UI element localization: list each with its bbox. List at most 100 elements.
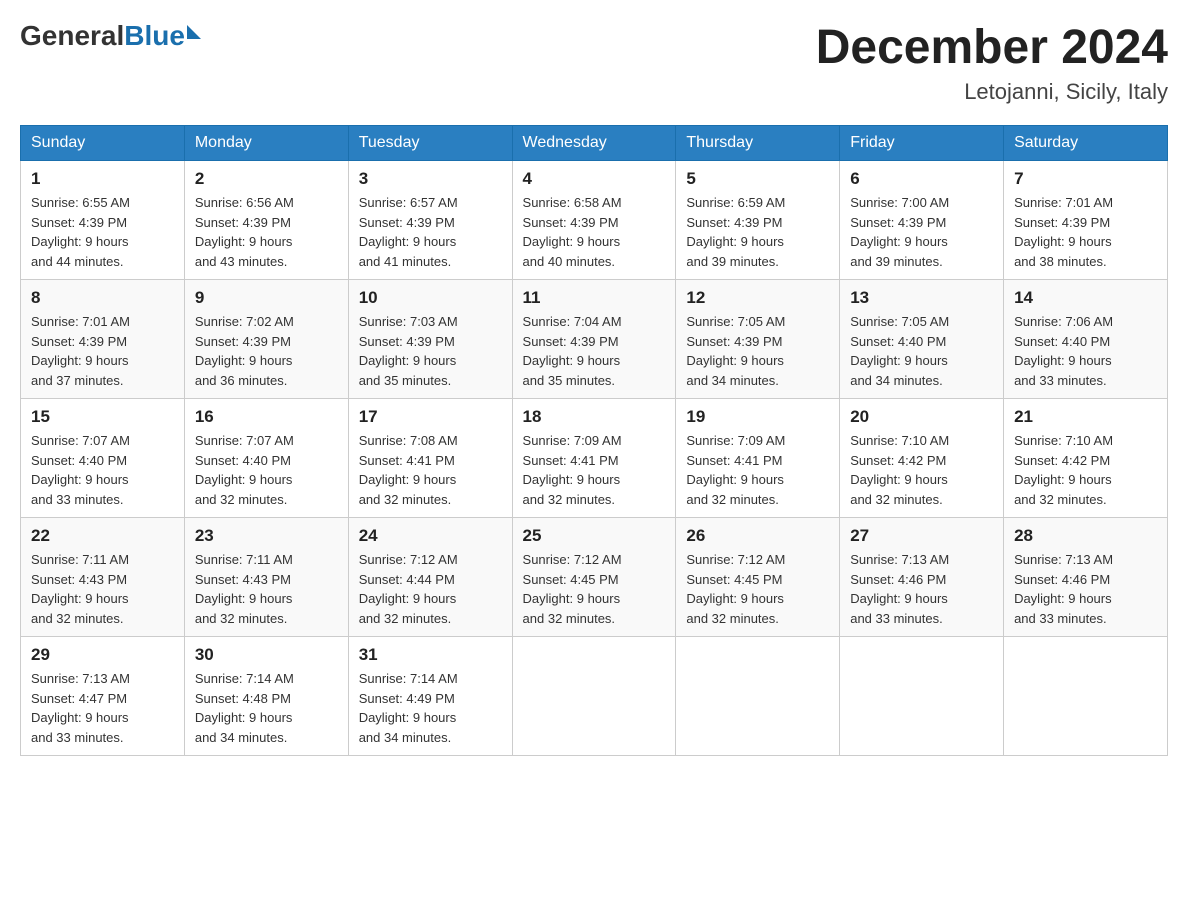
calendar-table: Sunday Monday Tuesday Wednesday Thursday… (20, 125, 1168, 756)
day-info: Sunrise: 6:57 AMSunset: 4:39 PMDaylight:… (359, 193, 502, 271)
day-info: Sunrise: 7:05 AMSunset: 4:39 PMDaylight:… (686, 312, 829, 390)
table-row: 11 Sunrise: 7:04 AMSunset: 4:39 PMDayligh… (512, 280, 676, 399)
day-number: 5 (686, 169, 829, 189)
table-row: 22 Sunrise: 7:11 AMSunset: 4:43 PMDayligh… (21, 518, 185, 637)
table-row: 14 Sunrise: 7:06 AMSunset: 4:40 PMDayligh… (1004, 280, 1168, 399)
table-row: 31 Sunrise: 7:14 AMSunset: 4:49 PMDayligh… (348, 637, 512, 756)
day-number: 20 (850, 407, 993, 427)
day-number: 18 (523, 407, 666, 427)
day-number: 1 (31, 169, 174, 189)
day-info: Sunrise: 7:12 AMSunset: 4:44 PMDaylight:… (359, 550, 502, 628)
day-info: Sunrise: 7:01 AMSunset: 4:39 PMDaylight:… (31, 312, 174, 390)
day-number: 17 (359, 407, 502, 427)
table-row: 29 Sunrise: 7:13 AMSunset: 4:47 PMDayligh… (21, 637, 185, 756)
day-number: 31 (359, 645, 502, 665)
day-info: Sunrise: 7:14 AMSunset: 4:49 PMDaylight:… (359, 669, 502, 747)
day-number: 6 (850, 169, 993, 189)
table-row (676, 637, 840, 756)
logo-blue-text: Blue (124, 20, 185, 52)
day-number: 19 (686, 407, 829, 427)
header-wednesday: Wednesday (512, 126, 676, 161)
day-info: Sunrise: 7:02 AMSunset: 4:39 PMDaylight:… (195, 312, 338, 390)
table-row: 25 Sunrise: 7:12 AMSunset: 4:45 PMDayligh… (512, 518, 676, 637)
day-number: 25 (523, 526, 666, 546)
day-info: Sunrise: 7:00 AMSunset: 4:39 PMDaylight:… (850, 193, 993, 271)
page-header: General Blue December 2024 Letojanni, Si… (20, 20, 1168, 105)
header-sunday: Sunday (21, 126, 185, 161)
day-info: Sunrise: 7:10 AMSunset: 4:42 PMDaylight:… (850, 431, 993, 509)
day-number: 23 (195, 526, 338, 546)
day-number: 28 (1014, 526, 1157, 546)
day-info: Sunrise: 6:56 AMSunset: 4:39 PMDaylight:… (195, 193, 338, 271)
table-row (840, 637, 1004, 756)
table-row: 8 Sunrise: 7:01 AMSunset: 4:39 PMDaylight… (21, 280, 185, 399)
table-row: 12 Sunrise: 7:05 AMSunset: 4:39 PMDayligh… (676, 280, 840, 399)
day-info: Sunrise: 7:13 AMSunset: 4:47 PMDaylight:… (31, 669, 174, 747)
day-number: 2 (195, 169, 338, 189)
day-info: Sunrise: 7:12 AMSunset: 4:45 PMDaylight:… (523, 550, 666, 628)
logo-general-text: General (20, 20, 124, 52)
logo-triangle-icon (187, 25, 201, 39)
table-row: 20 Sunrise: 7:10 AMSunset: 4:42 PMDayligh… (840, 399, 1004, 518)
day-info: Sunrise: 6:59 AMSunset: 4:39 PMDaylight:… (686, 193, 829, 271)
table-row: 3 Sunrise: 6:57 AMSunset: 4:39 PMDaylight… (348, 161, 512, 280)
day-number: 26 (686, 526, 829, 546)
day-info: Sunrise: 7:12 AMSunset: 4:45 PMDaylight:… (686, 550, 829, 628)
day-number: 8 (31, 288, 174, 308)
day-number: 7 (1014, 169, 1157, 189)
day-info: Sunrise: 7:14 AMSunset: 4:48 PMDaylight:… (195, 669, 338, 747)
day-info: Sunrise: 7:03 AMSunset: 4:39 PMDaylight:… (359, 312, 502, 390)
calendar-week-2: 8 Sunrise: 7:01 AMSunset: 4:39 PMDaylight… (21, 280, 1168, 399)
table-row (1004, 637, 1168, 756)
day-number: 11 (523, 288, 666, 308)
table-row: 15 Sunrise: 7:07 AMSunset: 4:40 PMDayligh… (21, 399, 185, 518)
table-row: 28 Sunrise: 7:13 AMSunset: 4:46 PMDayligh… (1004, 518, 1168, 637)
calendar-header-row: Sunday Monday Tuesday Wednesday Thursday… (21, 126, 1168, 161)
day-number: 29 (31, 645, 174, 665)
table-row: 2 Sunrise: 6:56 AMSunset: 4:39 PMDaylight… (184, 161, 348, 280)
day-number: 3 (359, 169, 502, 189)
day-info: Sunrise: 7:11 AMSunset: 4:43 PMDaylight:… (31, 550, 174, 628)
table-row: 5 Sunrise: 6:59 AMSunset: 4:39 PMDaylight… (676, 161, 840, 280)
table-row: 17 Sunrise: 7:08 AMSunset: 4:41 PMDayligh… (348, 399, 512, 518)
day-number: 10 (359, 288, 502, 308)
day-info: Sunrise: 7:09 AMSunset: 4:41 PMDaylight:… (523, 431, 666, 509)
day-number: 22 (31, 526, 174, 546)
day-number: 9 (195, 288, 338, 308)
table-row: 18 Sunrise: 7:09 AMSunset: 4:41 PMDayligh… (512, 399, 676, 518)
day-info: Sunrise: 7:01 AMSunset: 4:39 PMDaylight:… (1014, 193, 1157, 271)
day-info: Sunrise: 7:11 AMSunset: 4:43 PMDaylight:… (195, 550, 338, 628)
day-number: 14 (1014, 288, 1157, 308)
day-info: Sunrise: 7:04 AMSunset: 4:39 PMDaylight:… (523, 312, 666, 390)
day-number: 30 (195, 645, 338, 665)
table-row: 16 Sunrise: 7:07 AMSunset: 4:40 PMDayligh… (184, 399, 348, 518)
day-info: Sunrise: 7:07 AMSunset: 4:40 PMDaylight:… (31, 431, 174, 509)
day-info: Sunrise: 7:09 AMSunset: 4:41 PMDaylight:… (686, 431, 829, 509)
header-friday: Friday (840, 126, 1004, 161)
day-info: Sunrise: 7:13 AMSunset: 4:46 PMDaylight:… (1014, 550, 1157, 628)
header-saturday: Saturday (1004, 126, 1168, 161)
day-info: Sunrise: 7:06 AMSunset: 4:40 PMDaylight:… (1014, 312, 1157, 390)
month-title: December 2024 (816, 20, 1168, 75)
day-number: 15 (31, 407, 174, 427)
day-number: 16 (195, 407, 338, 427)
calendar-week-4: 22 Sunrise: 7:11 AMSunset: 4:43 PMDayligh… (21, 518, 1168, 637)
day-number: 24 (359, 526, 502, 546)
day-number: 21 (1014, 407, 1157, 427)
day-info: Sunrise: 7:13 AMSunset: 4:46 PMDaylight:… (850, 550, 993, 628)
title-section: December 2024 Letojanni, Sicily, Italy (816, 20, 1168, 105)
day-number: 12 (686, 288, 829, 308)
calendar-week-1: 1Sunrise: 6:55 AMSunset: 4:39 PMDaylight… (21, 161, 1168, 280)
table-row: 24 Sunrise: 7:12 AMSunset: 4:44 PMDayligh… (348, 518, 512, 637)
day-info: Sunrise: 7:08 AMSunset: 4:41 PMDaylight:… (359, 431, 502, 509)
header-monday: Monday (184, 126, 348, 161)
table-row: 19 Sunrise: 7:09 AMSunset: 4:41 PMDayligh… (676, 399, 840, 518)
table-row: 4Sunrise: 6:58 AMSunset: 4:39 PMDaylight… (512, 161, 676, 280)
table-row: 6 Sunrise: 7:00 AMSunset: 4:39 PMDaylight… (840, 161, 1004, 280)
table-row (512, 637, 676, 756)
table-row: 23 Sunrise: 7:11 AMSunset: 4:43 PMDayligh… (184, 518, 348, 637)
day-info: Sunrise: 7:07 AMSunset: 4:40 PMDaylight:… (195, 431, 338, 509)
day-number: 13 (850, 288, 993, 308)
table-row: 10 Sunrise: 7:03 AMSunset: 4:39 PMDayligh… (348, 280, 512, 399)
table-row: 1Sunrise: 6:55 AMSunset: 4:39 PMDaylight… (21, 161, 185, 280)
